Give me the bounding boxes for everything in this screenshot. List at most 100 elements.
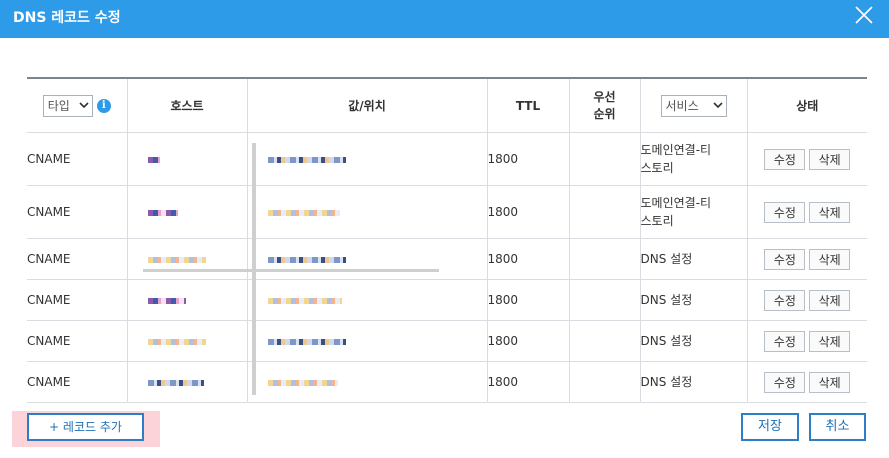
delete-button[interactable]: 삭제 <box>809 289 851 311</box>
host-header: 호스트 <box>127 78 248 133</box>
row-priority <box>569 361 641 403</box>
edit-button[interactable]: 수정 <box>764 289 806 311</box>
edit-button[interactable]: 수정 <box>764 371 806 393</box>
priority-header: 우선순위 <box>569 78 641 133</box>
delete-button[interactable]: 삭제 <box>809 201 851 223</box>
row-type: CNAME <box>27 238 128 280</box>
row-ttl: 1800 <box>487 185 570 239</box>
redaction-divider-horizontal <box>143 269 439 272</box>
row-service-line1: 도메인연결-티 <box>640 143 712 157</box>
row-value <box>247 320 488 362</box>
redacted-host <box>147 297 186 304</box>
type-filter-label: 타입 <box>47 99 70 113</box>
row-type: CNAME <box>27 132 128 186</box>
table-row: CNAME 1800 DNS 설정 수정 삭제 <box>27 320 867 362</box>
row-host <box>127 279 248 321</box>
delete-button[interactable]: 삭제 <box>809 371 851 393</box>
row-value <box>247 132 488 186</box>
redacted-value <box>267 338 346 345</box>
add-record-button[interactable]: + 레코드 추가 <box>27 413 144 441</box>
row-host <box>127 320 248 362</box>
row-priority <box>569 279 641 321</box>
row-actions: 수정 삭제 <box>747 238 867 280</box>
row-service: 도메인연결-티스토리 <box>640 132 748 186</box>
redacted-value <box>267 297 342 304</box>
redacted-host <box>147 156 160 163</box>
row-ttl: 1800 <box>487 132 570 186</box>
redacted-value <box>267 209 340 216</box>
type-filter-select[interactable]: 타입 <box>42 94 93 117</box>
row-actions: 수정 삭제 <box>747 320 867 362</box>
row-priority <box>569 238 641 280</box>
row-host <box>127 185 248 239</box>
row-value <box>247 361 488 403</box>
cancel-button[interactable]: 취소 <box>809 413 866 441</box>
service-filter-select[interactable]: 서비스 <box>660 94 727 117</box>
delete-button[interactable]: 삭제 <box>809 330 851 352</box>
row-type: CNAME <box>27 185 128 239</box>
row-priority <box>569 132 641 186</box>
row-service: 도메인연결-티스토리 <box>640 185 748 239</box>
row-service: DNS 설정 <box>640 238 748 280</box>
row-value <box>247 279 488 321</box>
table-row: CNAME 1800 도메인연결-티스토리 수정 삭제 <box>27 185 867 239</box>
edit-button[interactable]: 수정 <box>764 148 806 170</box>
table-row: CNAME 1800 DNS 설정 수정 삭제 <box>27 279 867 321</box>
row-ttl: 1800 <box>487 279 570 321</box>
dialog-title: DNS 레코드 수정 <box>13 10 121 26</box>
delete-button[interactable]: 삭제 <box>809 248 851 270</box>
edit-button[interactable]: 수정 <box>764 330 806 352</box>
redacted-host <box>147 379 204 386</box>
value-header: 값/위치 <box>247 78 488 133</box>
priority-header-line2: 순위 <box>593 106 616 121</box>
close-icon[interactable] <box>853 4 875 26</box>
row-actions: 수정 삭제 <box>747 279 867 321</box>
table-row: CNAME 1800 DNS 설정 수정 삭제 <box>27 238 867 280</box>
save-button[interactable]: 저장 <box>741 413 799 441</box>
status-header: 상태 <box>747 78 867 133</box>
type-header: 타입 i <box>27 78 128 133</box>
row-value <box>247 185 488 239</box>
priority-header-line1: 우선 <box>593 89 616 104</box>
row-host <box>127 361 248 403</box>
redacted-value <box>267 256 346 263</box>
row-service-line1: 도메인연결-티 <box>640 196 712 210</box>
row-host <box>127 132 248 186</box>
dialog-title-bar: DNS 레코드 수정 <box>0 0 889 38</box>
row-ttl: 1800 <box>487 361 570 403</box>
info-icon[interactable]: i <box>96 98 111 113</box>
table-header-row: 타입 i 호스트 값/위치 TTL 우선순위 서비스 상태 <box>27 78 867 133</box>
row-ttl: 1800 <box>487 320 570 362</box>
row-service: DNS 설정 <box>640 320 748 362</box>
redacted-host <box>147 338 206 345</box>
chevron-down-icon <box>712 102 723 109</box>
redacted-value <box>267 156 346 163</box>
table-row: CNAME 1800 도메인연결-티스토리 수정 삭제 <box>27 132 867 186</box>
row-priority <box>569 320 641 362</box>
row-type: CNAME <box>27 320 128 362</box>
row-service-line2: 스토리 <box>640 214 674 228</box>
chevron-down-icon <box>79 102 89 109</box>
dns-record-table: 타입 i 호스트 값/위치 TTL 우선순위 서비스 상태 CNAME 1800 <box>27 77 867 403</box>
row-type: CNAME <box>27 279 128 321</box>
row-service: DNS 설정 <box>640 279 748 321</box>
row-type: CNAME <box>27 361 128 403</box>
edit-button[interactable]: 수정 <box>764 201 806 223</box>
row-service-line2: 스토리 <box>640 161 674 175</box>
redacted-host <box>147 256 206 263</box>
row-service: DNS 설정 <box>640 361 748 403</box>
edit-button[interactable]: 수정 <box>764 248 806 270</box>
row-ttl: 1800 <box>487 238 570 280</box>
redacted-value <box>267 379 338 386</box>
row-value <box>247 238 488 280</box>
row-actions: 수정 삭제 <box>747 185 867 239</box>
redacted-host <box>147 209 178 216</box>
row-host <box>127 238 248 280</box>
delete-button[interactable]: 삭제 <box>809 148 851 170</box>
ttl-header: TTL <box>487 78 570 133</box>
service-filter-label: 서비스 <box>665 99 699 113</box>
row-actions: 수정 삭제 <box>747 361 867 403</box>
table-row: CNAME 1800 DNS 설정 수정 삭제 <box>27 361 867 403</box>
service-header: 서비스 <box>640 78 748 133</box>
row-priority <box>569 185 641 239</box>
